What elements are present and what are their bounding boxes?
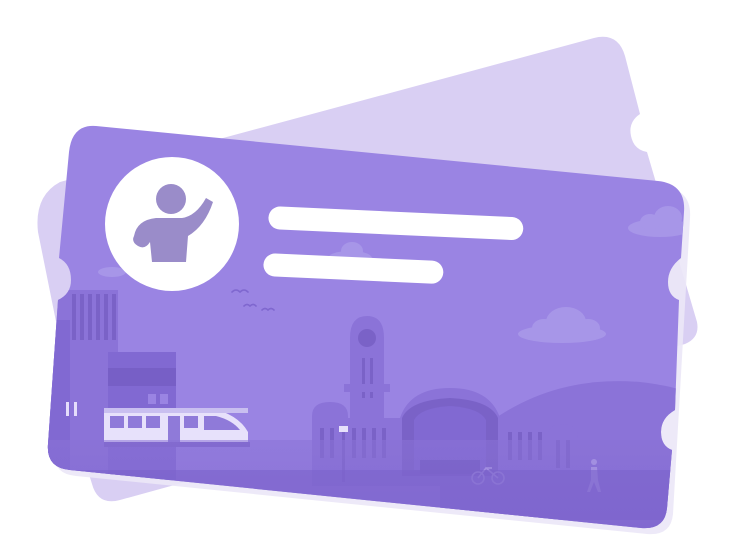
- cloud-icon: [98, 267, 126, 277]
- illustration-canvas: [37, 36, 698, 535]
- avatar: [105, 157, 239, 291]
- travel-card-illustration: [0, 0, 732, 555]
- clock-tower: [344, 316, 390, 418]
